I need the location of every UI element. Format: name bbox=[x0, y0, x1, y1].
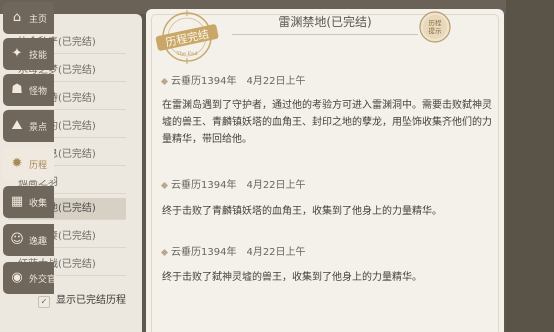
collect-icon: ▦ bbox=[10, 194, 24, 209]
entry-date: 云垂历1394年 4月22日上午 bbox=[160, 243, 306, 258]
entry-text: 在雷渊岛遇到了守护者，通过他的考验方可进入雷渊洞中。需要击败弑神灵墟的兽王、青麟… bbox=[162, 100, 492, 145]
entry-text: 终于击败了弑神灵墟的兽王，收集到了他身上的力量精华。 bbox=[162, 272, 422, 283]
skill-icon: ✦ bbox=[11, 46, 23, 61]
diamond-bullet-icon bbox=[160, 77, 169, 85]
nav-tab-fun[interactable]: ☺ 逸趣 bbox=[3, 224, 54, 256]
diplomat-icon: ◉ bbox=[11, 270, 23, 285]
nav-tab-scenery[interactable]: ⛰ 景点 bbox=[3, 110, 54, 142]
entry-text: 终于击败了青麟镇妖塔的血角王，收集到了他身上的力量精华。 bbox=[162, 206, 442, 217]
fun-icon: ☺ bbox=[10, 232, 24, 247]
monster-icon: ☗ bbox=[11, 82, 23, 97]
diamond-bullet-icon bbox=[160, 248, 169, 256]
seal-subtext: The End bbox=[176, 51, 198, 57]
nav-tab-monsters[interactable]: ☗ 怪物 bbox=[3, 74, 54, 106]
right-nav-bar bbox=[506, 0, 554, 332]
nav-tab-journey[interactable]: ✹ 历程 bbox=[3, 148, 54, 180]
entry-date: 云垂历1394年 4月22日上午 bbox=[160, 176, 306, 191]
show-completed-label[interactable]: 显示已完结历程 bbox=[56, 293, 126, 309]
diamond-bullet-icon bbox=[160, 181, 169, 189]
home-icon: ⌂ bbox=[12, 10, 22, 25]
journey-icon: ✹ bbox=[11, 156, 23, 171]
nav-tab-home[interactable]: ⌂ 主页 bbox=[3, 2, 54, 34]
show-completed-checkbox[interactable]: ✓ bbox=[38, 296, 50, 308]
nav-tab-diplomat[interactable]: ◉ 外交官 bbox=[3, 262, 56, 294]
nav-tab-skills[interactable]: ✦ 技能 bbox=[3, 38, 54, 70]
title-divider bbox=[232, 34, 418, 35]
page-title: 雷渊禁地(已完结) bbox=[278, 15, 372, 29]
scenery-icon: ⛰ bbox=[11, 118, 23, 133]
nav-tab-collection[interactable]: ▦ 收集 bbox=[3, 186, 54, 218]
entry-date: 云垂历1394年 4月22日上午 bbox=[160, 72, 306, 87]
